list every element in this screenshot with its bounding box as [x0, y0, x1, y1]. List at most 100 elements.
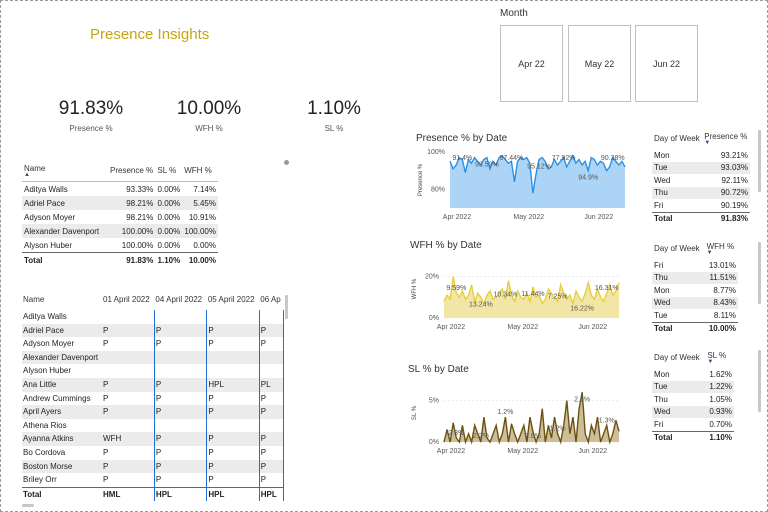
- data-point: [575, 441, 577, 443]
- table-row[interactable]: Adriel Pace P P P P: [22, 323, 285, 338]
- table-row[interactable]: Mon 1.62%: [652, 368, 734, 381]
- employee-name: Briley Orr: [23, 475, 57, 485]
- table-row[interactable]: Adyson Moyer P P P P: [22, 337, 285, 351]
- total-row: Total 91.83% 1.10% 10.00%: [22, 252, 218, 267]
- attendance-code: P: [154, 323, 208, 338]
- wfh-dow-scrollbar[interactable]: [758, 242, 761, 304]
- table-row[interactable]: Briley Orr P P P P: [22, 473, 285, 488]
- col-header-presence[interactable]: Presence %: [108, 162, 156, 182]
- col-header-day[interactable]: Day of Week: [652, 131, 702, 149]
- total-value: 91.83%: [702, 211, 750, 225]
- data-point: [569, 433, 571, 435]
- col-header-wfh[interactable]: WFH %: [182, 162, 218, 182]
- data-point: [520, 433, 522, 435]
- data-point: [502, 433, 503, 435]
- metric-value: 93.03%: [702, 161, 750, 174]
- data-label: 9.59%: [446, 285, 466, 292]
- col-header-date-3[interactable]: 05 April 2022: [207, 293, 259, 310]
- col-header-name[interactable]: Name: [22, 293, 102, 310]
- attendance-code: P: [259, 432, 285, 446]
- table-row[interactable]: Alexander Davenport 100.00% 0.00% 100.00%: [22, 224, 218, 238]
- presence-by-weekday-table: Day of Week Presence % ▼ Mon 93.21% Tue 93.0…: [652, 131, 750, 225]
- data-point: [502, 288, 503, 290]
- wfh-dow-header: Day of Week WFH % ▼: [652, 241, 738, 259]
- table-row[interactable]: Aditya Walls: [22, 310, 285, 324]
- data-point: [545, 299, 546, 300]
- attendance-code: P: [102, 377, 155, 392]
- month-option-may[interactable]: May 22: [568, 25, 631, 102]
- attendance-code: [154, 310, 208, 324]
- data-point: [551, 437, 552, 439]
- table-row[interactable]: Thu 11.51%: [652, 271, 738, 284]
- table-row[interactable]: Mon 93.21%: [652, 149, 750, 162]
- table-row[interactable]: Wed 92.11%: [652, 174, 750, 187]
- data-point: [591, 425, 592, 426]
- summary-table-resize-handle[interactable]: [284, 160, 289, 165]
- col-header-day[interactable]: Day of Week: [652, 350, 705, 368]
- attendance-code: P: [102, 323, 155, 338]
- col-header-wfh[interactable]: WFH % ▼: [705, 241, 738, 259]
- table-row[interactable]: Wed 8.43%: [652, 296, 738, 309]
- table-row[interactable]: Alyson Huber: [22, 364, 285, 378]
- table-row[interactable]: Ana Little P P HPL PL: [22, 377, 285, 392]
- table-row[interactable]: Mon 8.77%: [652, 284, 738, 297]
- col-header-day[interactable]: Day of Week: [652, 241, 705, 259]
- data-point: [477, 292, 479, 294]
- daily-header-row: Name 01 April 2022 04 April 2022 05 Apri…: [22, 293, 284, 310]
- weekday: Fri: [654, 419, 664, 429]
- metric-value: 90.19%: [720, 200, 748, 210]
- table-row[interactable]: Adyson Moyer 98.21% 0.00% 10.91%: [22, 210, 218, 224]
- col-header-date-4[interactable]: 06 Ap: [259, 293, 283, 310]
- weekday: Wed: [654, 175, 671, 185]
- table-row[interactable]: Alexander Davenport: [22, 350, 285, 365]
- x-tick-label: Apr 2022: [443, 214, 472, 221]
- table-row[interactable]: Thu 90.72%: [652, 186, 750, 199]
- table-row[interactable]: Fri 13.01%: [652, 259, 738, 272]
- presence-dow-scrollbar[interactable]: [758, 130, 761, 192]
- table-row[interactable]: Andrew Cummings P P P P: [22, 391, 285, 406]
- table-row[interactable]: Bo Cordova P P P P: [22, 445, 285, 460]
- daily-table-horizontal-scrollbar[interactable]: [22, 504, 34, 507]
- table-row[interactable]: Athena Rios: [22, 418, 285, 433]
- data-label: 1.2%: [550, 426, 566, 433]
- data-point: [452, 422, 454, 424]
- data-point: [572, 303, 574, 304]
- sl-by-date-chart[interactable]: SL % 0% 5% 2.3% 2.2% 1.2% 2.6% 1.2% 2.6% 1.3% Apr …: [404, 378, 629, 458]
- data-point: [551, 166, 552, 168]
- col-header-name[interactable]: Name ▲: [22, 162, 108, 182]
- table-row[interactable]: Tue 93.03%: [652, 161, 750, 174]
- col-header-presence[interactable]: Presence % ▼: [702, 131, 750, 149]
- x-tick-label: Apr 2022: [437, 448, 466, 455]
- col-header-sl[interactable]: SL % ▼: [705, 350, 734, 368]
- table-row[interactable]: Thu 1.05%: [652, 393, 734, 406]
- month-option-jun[interactable]: Jun 22: [635, 25, 698, 102]
- table-row[interactable]: Tue 1.22%: [652, 380, 734, 393]
- metric-value: 0.00%: [157, 184, 181, 194]
- table-row[interactable]: April Ayers P P P P: [22, 405, 285, 419]
- data-point: [523, 299, 525, 300]
- data-point: [606, 425, 608, 426]
- table-row[interactable]: Aditya Walls 93.33% 0.00% 7.14%: [22, 182, 218, 197]
- table-row[interactable]: Fri 90.19%: [652, 199, 750, 212]
- total-value: HPL: [206, 486, 260, 502]
- daily-table-vertical-scrollbar[interactable]: [285, 295, 288, 319]
- col-header-date-2[interactable]: 04 April 2022: [154, 293, 206, 310]
- table-row[interactable]: Alyson Huber 100.00% 0.00% 0.00%: [22, 238, 218, 253]
- table-row[interactable]: Tue 8.11%: [652, 309, 738, 322]
- employee-name: April Ayers: [22, 405, 102, 419]
- month-option-apr[interactable]: Apr 22: [500, 25, 563, 102]
- table-row[interactable]: Ayanna Atkins WFH P P P: [22, 432, 285, 446]
- data-point: [517, 441, 518, 443]
- table-row[interactable]: Fri 0.70%: [652, 418, 734, 431]
- col-header-sl[interactable]: SL %: [155, 162, 183, 182]
- wfh-by-date-chart[interactable]: WFH %0%20%9.59%13.24%10.34% 11.44% 7.25%16…: [404, 254, 629, 334]
- employee-name: Ana Little: [22, 377, 102, 392]
- sl-dow-scrollbar[interactable]: [758, 350, 761, 412]
- presence-by-date-chart[interactable]: Presence % 80% 100% 91.4%93.59%97.44%95.12%…: [410, 146, 635, 224]
- table-row[interactable]: Wed 0.93%: [652, 405, 734, 418]
- table-row[interactable]: Adriel Pace 98.21% 0.00% 5.45%: [22, 196, 218, 210]
- table-row[interactable]: Boston Morse P P P P: [22, 459, 285, 474]
- attendance-code: [206, 350, 260, 365]
- col-header-date-1[interactable]: 01 April 2022: [102, 293, 154, 310]
- data-point: [449, 441, 451, 443]
